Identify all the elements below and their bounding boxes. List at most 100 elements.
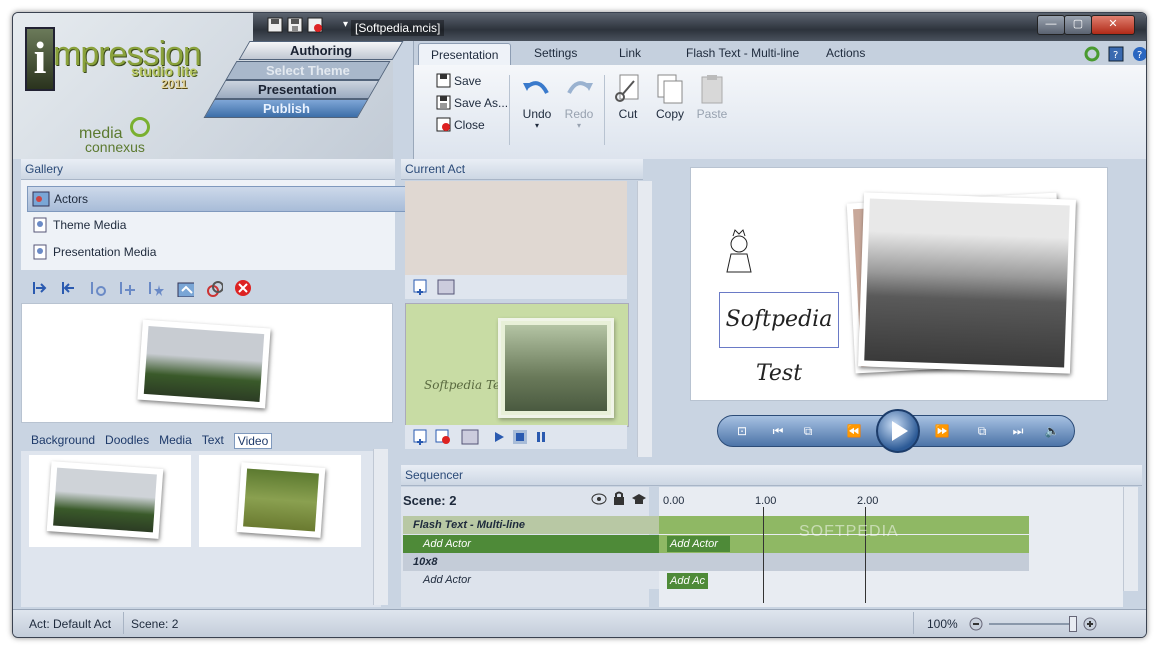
doodle-icon[interactable]	[721, 228, 757, 278]
player-fast-forward-button[interactable]: ⏩	[928, 421, 956, 441]
tab-link[interactable]: Link	[619, 46, 641, 60]
copy-button[interactable]: Copy	[652, 73, 688, 121]
tab-actions[interactable]: Actions	[826, 46, 865, 60]
delete-icon[interactable]	[234, 279, 252, 297]
player-next-frame-button[interactable]: ⧉	[968, 421, 996, 441]
paste-button[interactable]: Paste	[694, 73, 730, 121]
zoom-out-icon[interactable]	[969, 617, 983, 631]
move-right-icon[interactable]	[31, 279, 49, 297]
play-icon[interactable]	[493, 431, 505, 443]
window-title: [Softpedia.mcis]	[351, 20, 445, 36]
media-tab-background[interactable]: Background	[31, 433, 95, 449]
act-slide-2[interactable]: Softpedia Test	[405, 303, 629, 427]
undo-button[interactable]: Undo ▾	[519, 73, 555, 130]
stage-photo[interactable]	[858, 192, 1076, 374]
add-slide-icon[interactable]	[413, 429, 429, 445]
visibility-icon[interactable]	[591, 493, 607, 505]
maximize-button[interactable]: ▢	[1064, 15, 1092, 35]
slide-settings-icon[interactable]	[437, 279, 455, 295]
remove-slide-icon[interactable]	[435, 429, 451, 445]
save-button[interactable]: Save	[436, 73, 481, 88]
nav-select-theme-button[interactable]: Select Theme	[225, 61, 391, 80]
app-window: i mpression studio lite 2011 media conne…	[12, 12, 1147, 638]
track-row-header[interactable]: Flash Text - Multi-line	[403, 516, 659, 534]
gallery-item-theme-media[interactable]: Theme Media	[27, 213, 413, 237]
link-media-icon[interactable]	[205, 279, 223, 297]
nav-authoring-button[interactable]: Authoring	[238, 41, 404, 60]
track-row-action[interactable]: Add Actor	[403, 571, 669, 589]
player-first-button[interactable]: ⏮	[764, 421, 792, 441]
video-item[interactable]	[199, 455, 361, 547]
actor-refresh-icon[interactable]	[89, 279, 107, 297]
close-window-button[interactable]: ✕	[1091, 15, 1135, 35]
actor-star-icon[interactable]	[147, 279, 165, 297]
tab-flash-text[interactable]: Flash Text - Multi-line	[686, 46, 799, 60]
media-tab-doodles[interactable]: Doodles	[105, 433, 149, 449]
zoom-in-icon[interactable]	[1083, 617, 1097, 631]
stage-text-box[interactable]: Softpedia Test	[719, 292, 839, 386]
stage-canvas[interactable]: Softpedia Test	[690, 167, 1108, 401]
track-row-header[interactable]: 10x8	[403, 553, 659, 571]
actor-add-icon[interactable]	[118, 279, 136, 297]
zoom-slider[interactable]	[989, 623, 1075, 625]
quick-save-as-icon[interactable]	[287, 17, 303, 33]
act-slide-1-toolbar	[405, 275, 627, 299]
minimize-button[interactable]: —	[1037, 15, 1065, 35]
timeline-tick: 0.00	[663, 495, 685, 507]
quick-save-icon[interactable]	[267, 17, 283, 33]
video-scrollbar[interactable]	[373, 449, 388, 605]
act-slide-1[interactable]	[405, 181, 627, 275]
tab-settings[interactable]: Settings	[534, 46, 577, 60]
stop-icon[interactable]	[513, 430, 527, 444]
sequencer-scrollbar[interactable]	[1123, 487, 1138, 591]
player-rewind-button[interactable]: ⏪	[840, 421, 868, 441]
move-left-icon[interactable]	[60, 279, 78, 297]
player-last-button[interactable]: ⏭	[1004, 421, 1032, 441]
timeline-clip[interactable]: Add Ac	[667, 573, 708, 589]
quick-close-icon[interactable]	[307, 17, 323, 33]
slide-settings-icon[interactable]	[461, 429, 479, 445]
media-tab-media[interactable]: Media	[159, 433, 192, 449]
current-act-scrollbar[interactable]	[637, 181, 652, 457]
nav-presentation-button[interactable]: Presentation	[214, 80, 380, 99]
player-play-button[interactable]	[876, 409, 920, 453]
timeline[interactable]: 0.00 1.00 2.00 Add Actor Add Ac SOFTPEDI…	[659, 487, 1123, 607]
brand-ring-icon	[130, 117, 150, 137]
pause-icon[interactable]	[535, 431, 547, 443]
actor-thumbnail[interactable]	[137, 319, 271, 409]
help-icon[interactable]: ?	[1132, 46, 1146, 62]
timeline-tick: 2.00	[857, 495, 879, 507]
refresh-icon[interactable]	[1084, 46, 1100, 62]
media-tab-video[interactable]: Video	[233, 433, 273, 449]
save-as-icon	[436, 95, 451, 110]
act-slide-2-photo	[498, 318, 614, 418]
video-item[interactable]	[29, 455, 191, 547]
tab-presentation[interactable]: Presentation	[418, 43, 512, 65]
player-volume-button[interactable]: 🔈	[1038, 421, 1066, 441]
close-file-icon	[436, 117, 451, 132]
status-scene: Scene: 2	[131, 617, 179, 631]
lock-icon[interactable]	[613, 491, 625, 505]
add-slide-icon[interactable]	[413, 279, 429, 295]
import-media-icon[interactable]	[176, 279, 194, 297]
copy-icon	[654, 73, 686, 105]
player-fullscreen-button[interactable]: ⊡	[728, 421, 756, 441]
save-as-button[interactable]: Save As...	[436, 95, 508, 110]
player-prev-frame-button[interactable]: ⧉	[794, 421, 822, 441]
timeline-clip[interactable]: Add Actor	[667, 536, 730, 552]
video-thumbnail	[46, 461, 164, 539]
nav-publish-button[interactable]: Publish	[203, 99, 369, 118]
gallery-item-presentation-media[interactable]: Presentation Media	[27, 240, 413, 264]
track-row-action[interactable]: Add Actor	[403, 535, 669, 553]
media-tab-text[interactable]: Text	[202, 433, 224, 449]
gallery-toolbar	[31, 279, 252, 297]
help-topics-icon[interactable]: ?	[1108, 46, 1124, 62]
graduation-cap-icon[interactable]	[631, 493, 647, 505]
redo-button[interactable]: Redo ▾	[561, 73, 597, 130]
timeline-tick: 1.00	[755, 495, 777, 507]
undo-icon	[521, 73, 553, 105]
cut-button[interactable]: Cut	[610, 73, 646, 121]
zoom-slider-thumb[interactable]	[1069, 616, 1077, 632]
close-file-button[interactable]: Close	[436, 117, 485, 132]
gallery-item-actors[interactable]: Actors	[27, 186, 415, 212]
